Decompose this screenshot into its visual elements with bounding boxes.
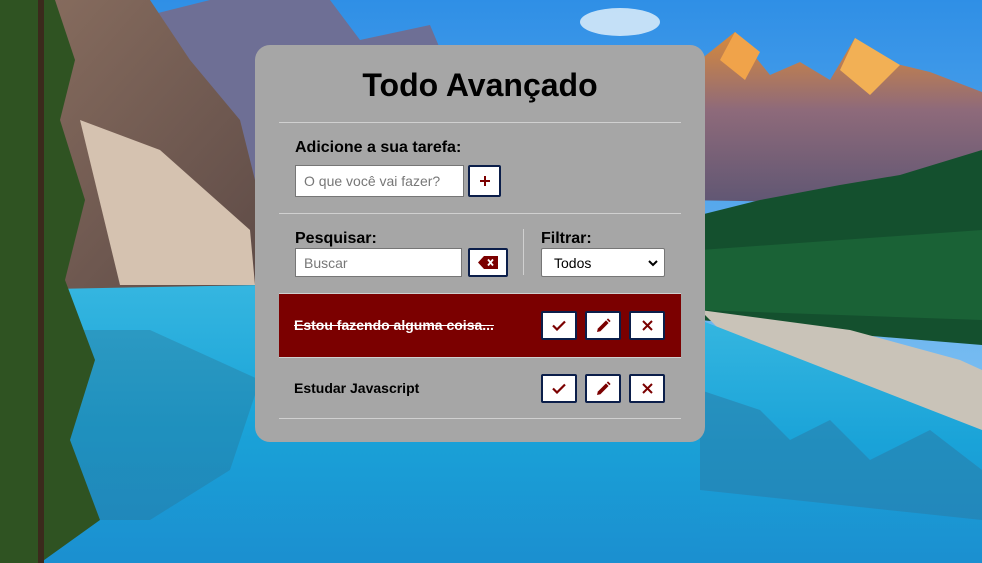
search-label: Pesquisar: — [295, 230, 377, 247]
x-mark-icon — [641, 383, 653, 394]
remove-todo-button[interactable] — [629, 311, 665, 340]
edit-todo-button[interactable] — [585, 311, 621, 340]
divider — [279, 122, 681, 123]
filter-select[interactable]: Todos — [541, 248, 665, 277]
vertical-divider — [523, 229, 524, 275]
x-mark-icon — [641, 320, 653, 331]
new-task-input[interactable] — [295, 165, 464, 197]
todo-card: Todo Avançado Adicione a sua tarefa: Pes… — [255, 45, 705, 442]
check-icon — [552, 383, 566, 394]
todo-item: Estou fazendo alguma coisa... — [279, 294, 681, 357]
search-input[interactable] — [295, 248, 462, 277]
divider — [279, 418, 681, 419]
edit-todo-button[interactable] — [585, 374, 621, 403]
plus-icon — [479, 176, 490, 186]
finish-todo-button[interactable] — [541, 374, 577, 403]
todo-text: Estou fazendo alguma coisa... — [294, 317, 494, 333]
todo-item: Estudar Javascript — [279, 357, 681, 420]
clear-search-button[interactable] — [468, 248, 508, 277]
remove-todo-button[interactable] — [629, 374, 665, 403]
finish-todo-button[interactable] — [541, 311, 577, 340]
divider — [279, 213, 681, 214]
add-task-label: Adicione a sua tarefa: — [295, 139, 462, 156]
filter-selected-value: Todos — [554, 254, 592, 271]
todo-text: Estudar Javascript — [294, 380, 420, 396]
backspace-icon — [478, 256, 498, 269]
add-task-button[interactable] — [468, 165, 501, 197]
chevron-down-icon — [646, 256, 660, 273]
filter-label: Filtrar: — [541, 230, 592, 247]
pencil-icon — [595, 380, 611, 397]
page-title: Todo Avançado — [362, 67, 598, 103]
pencil-icon — [595, 317, 611, 334]
check-icon — [552, 320, 566, 331]
